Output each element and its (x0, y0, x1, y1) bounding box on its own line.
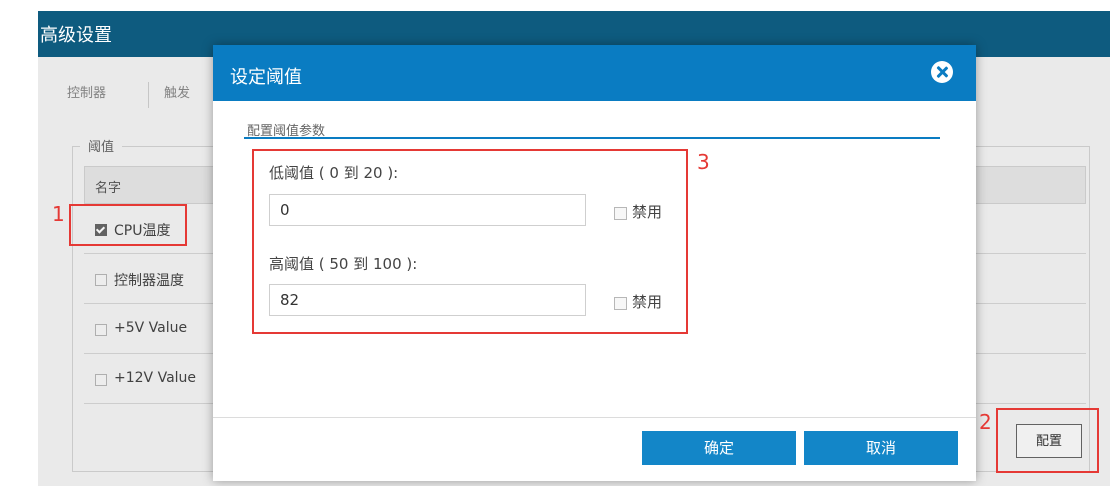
dialog-header: 设定阈值 (213, 45, 976, 101)
annotation-box-1 (69, 204, 187, 246)
section-divider (244, 137, 940, 139)
dialog-title: 设定阈值 (230, 67, 302, 88)
annotation-number-1: 1 (52, 202, 65, 226)
page-title: 高级设置 (40, 25, 112, 46)
annotation-number-3: 3 (697, 150, 710, 174)
close-circle-icon[interactable] (931, 61, 953, 83)
dialog-footer-divider (213, 417, 976, 418)
ok-button[interactable]: 确定 (642, 431, 796, 465)
annotation-number-2: 2 (979, 410, 992, 434)
annotation-box-2 (996, 408, 1099, 473)
cancel-button[interactable]: 取消 (804, 431, 958, 465)
annotation-box-3 (252, 149, 688, 334)
